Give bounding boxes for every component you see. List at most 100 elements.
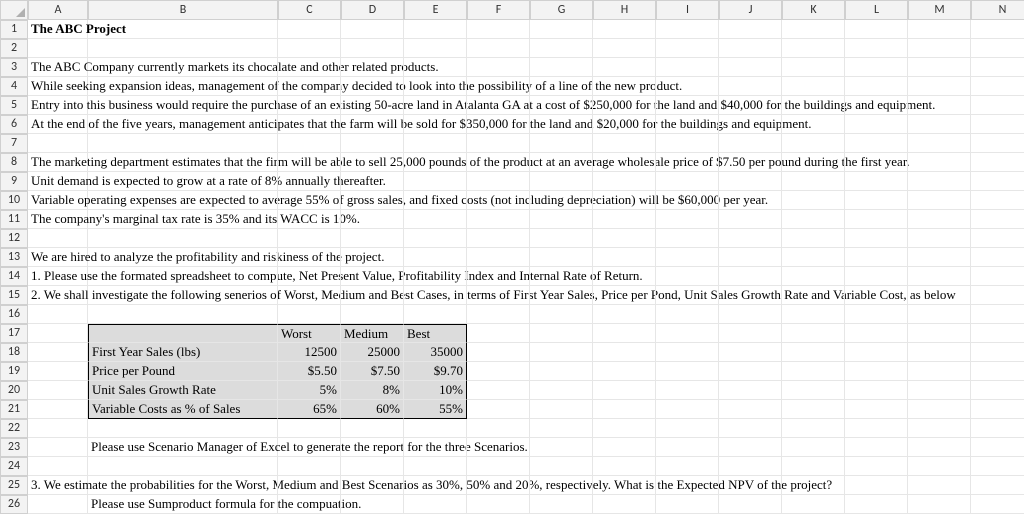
cell-D25[interactable] [341,476,404,495]
col-header-G[interactable]: G [530,0,593,20]
cell-I2[interactable] [656,39,719,58]
row-header-26[interactable]: 26 [0,495,28,514]
cell-F18[interactable] [467,343,530,362]
cell-F12[interactable] [467,229,530,248]
cell-M2[interactable] [908,39,971,58]
select-all-corner[interactable] [0,0,28,20]
cell-I15[interactable] [656,286,719,305]
cell-B8[interactable] [88,153,278,172]
cell-B14[interactable] [88,267,278,286]
cell-J24[interactable] [719,457,782,476]
cell-K8[interactable] [782,153,845,172]
cell-K4[interactable] [782,77,845,96]
cell-M5[interactable] [908,96,971,115]
cell-D22[interactable] [341,419,404,438]
cell-J9[interactable] [719,172,782,191]
cell-L26[interactable] [845,495,908,514]
cell-N24[interactable] [971,457,1024,476]
cell-N8[interactable] [971,153,1024,172]
cell-D6[interactable] [341,115,404,134]
cell-L10[interactable] [845,191,908,210]
cell-E3[interactable] [404,58,467,77]
row-header-12[interactable]: 12 [0,229,28,248]
cell-J3[interactable] [719,58,782,77]
cell-I9[interactable] [656,172,719,191]
cell-G22[interactable] [530,419,593,438]
cell-F26[interactable] [467,495,530,514]
cell-L3[interactable] [845,58,908,77]
cell-J18[interactable] [719,343,782,362]
cell-G4[interactable] [530,77,593,96]
cell-K9[interactable] [782,172,845,191]
col-header-I[interactable]: I [656,0,719,20]
cell-N11[interactable] [971,210,1024,229]
cell-F24[interactable] [467,457,530,476]
cell-E7[interactable] [404,134,467,153]
cell-J19[interactable] [719,362,782,381]
cell-H11[interactable] [593,210,656,229]
cell-C3[interactable] [278,58,341,77]
cell-K23[interactable] [782,438,845,457]
cell-C12[interactable] [278,229,341,248]
cell-B9[interactable] [88,172,278,191]
cell-K21[interactable] [782,400,845,419]
cell-L5[interactable] [845,96,908,115]
row-header-19[interactable]: 19 [0,362,28,381]
cell-N10[interactable] [971,191,1024,210]
cell-J22[interactable] [719,419,782,438]
cell-L23[interactable] [845,438,908,457]
cell-H8[interactable] [593,153,656,172]
cell-L18[interactable] [845,343,908,362]
cell-B5[interactable] [88,96,278,115]
cell-A4[interactable]: While seeking expansion ideas, managemen… [28,77,88,96]
cell-C23[interactable] [278,438,341,457]
cell-G19[interactable] [530,362,593,381]
cell-A15[interactable]: 2. We shall investigate the following se… [28,286,88,305]
cell-D19[interactable]: $7.50 [341,362,404,381]
cell-A6[interactable]: At the end of the five years, management… [28,115,88,134]
cell-M3[interactable] [908,58,971,77]
cell-C26[interactable] [278,495,341,514]
cell-E18[interactable]: 35000 [404,343,467,362]
cell-N14[interactable] [971,267,1024,286]
cell-D11[interactable] [341,210,404,229]
cell-K12[interactable] [782,229,845,248]
cell-I16[interactable] [656,305,719,324]
cell-N17[interactable] [971,324,1024,343]
cell-M26[interactable] [908,495,971,514]
cell-M4[interactable] [908,77,971,96]
cell-M12[interactable] [908,229,971,248]
cell-K26[interactable] [782,495,845,514]
cell-M15[interactable] [908,286,971,305]
cell-L15[interactable] [845,286,908,305]
col-header-K[interactable]: K [782,0,845,20]
cell-K13[interactable] [782,248,845,267]
cell-C7[interactable] [278,134,341,153]
cell-E21[interactable]: 55% [404,400,467,419]
cell-F8[interactable] [467,153,530,172]
cell-E24[interactable] [404,457,467,476]
cell-J12[interactable] [719,229,782,248]
row-header-24[interactable]: 24 [0,457,28,476]
cell-E1[interactable] [404,20,467,39]
row-header-20[interactable]: 20 [0,381,28,400]
cell-B15[interactable] [88,286,278,305]
cell-H2[interactable] [593,39,656,58]
cell-H10[interactable] [593,191,656,210]
cell-K25[interactable] [782,476,845,495]
cell-G26[interactable] [530,495,593,514]
row-header-15[interactable]: 15 [0,286,28,305]
cell-H17[interactable] [593,324,656,343]
cell-E10[interactable] [404,191,467,210]
row-header-14[interactable]: 14 [0,267,28,286]
cell-F20[interactable] [467,381,530,400]
cell-I23[interactable] [656,438,719,457]
cell-H3[interactable] [593,58,656,77]
cell-C11[interactable] [278,210,341,229]
row-header-10[interactable]: 10 [0,191,28,210]
cell-N20[interactable] [971,381,1024,400]
cell-F2[interactable] [467,39,530,58]
cell-M11[interactable] [908,210,971,229]
cell-G24[interactable] [530,457,593,476]
cell-E16[interactable] [404,305,467,324]
